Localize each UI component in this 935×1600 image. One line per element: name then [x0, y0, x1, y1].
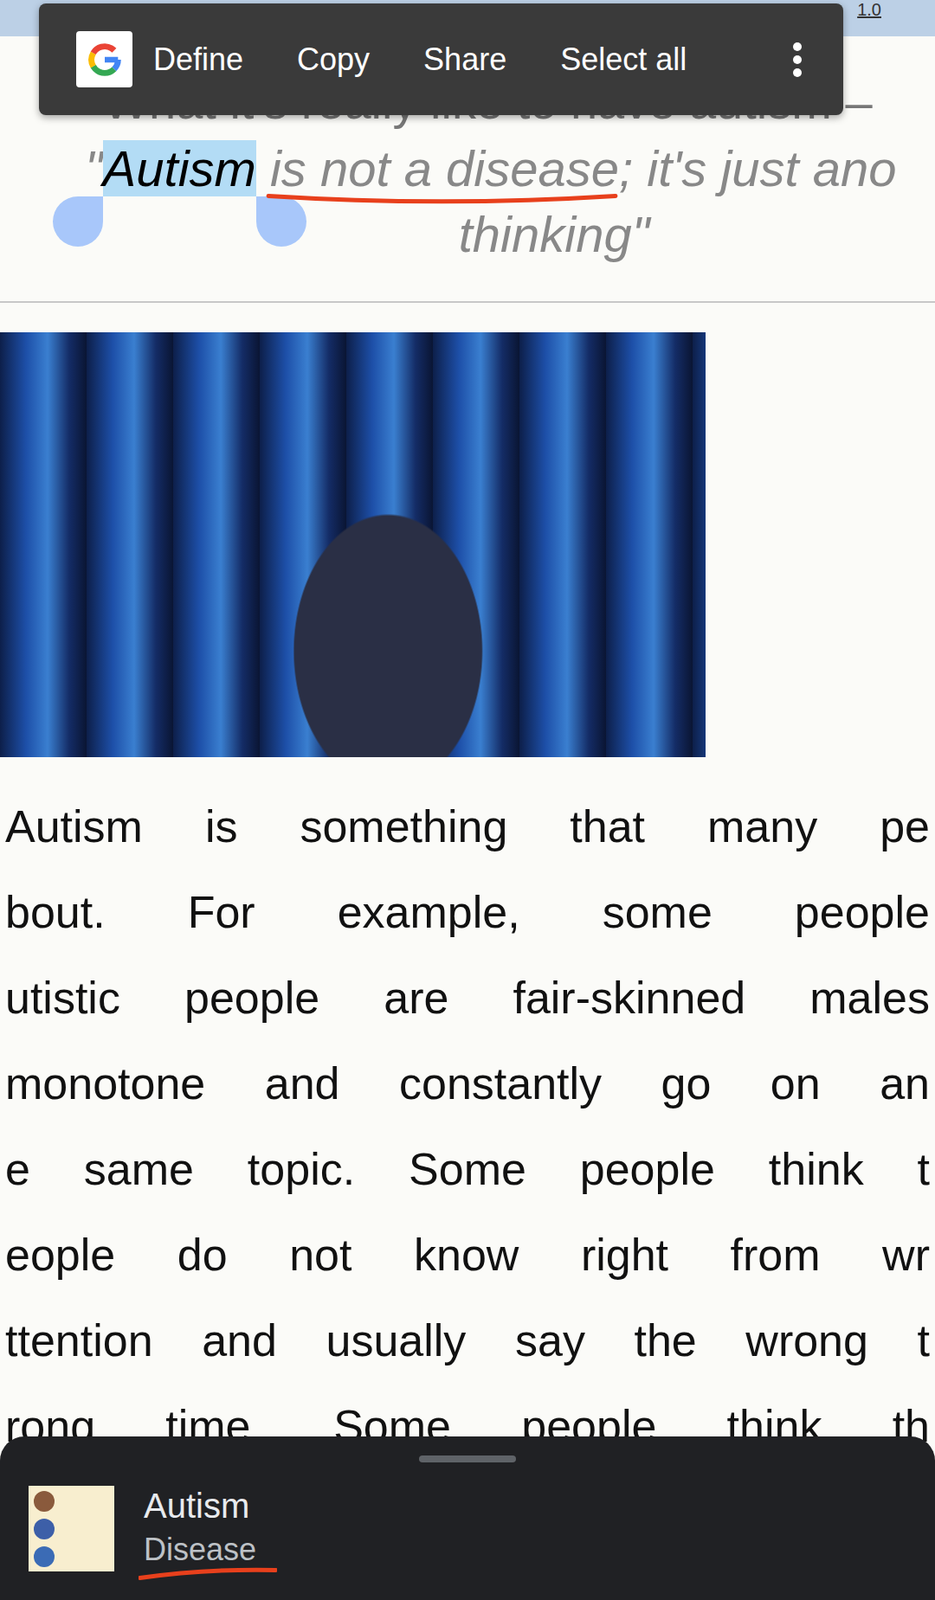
toolbar-action[interactable]: Define — [153, 41, 244, 78]
sheet-grabber[interactable] — [419, 1456, 516, 1464]
quote-text[interactable] — [256, 140, 271, 197]
selection-start-handle[interactable] — [52, 196, 104, 247]
body-line: e same topic. Some people think t — [0, 1127, 935, 1213]
toolbar-actions: Define Copy Share Select all — [153, 41, 687, 78]
result-texts: Autism Disease — [143, 1486, 257, 1570]
browser-page: 1.0 – What it's really like to have auti… — [0, 0, 935, 1600]
toolbar-action[interactable]: Copy — [296, 41, 370, 78]
body-line: Autism is something that many pe — [0, 784, 935, 871]
toolbar-action[interactable]: Select all — [560, 41, 687, 78]
body-line: ttention and usually say the wrong t — [0, 1298, 935, 1385]
speaker-photo — [0, 332, 706, 758]
result-title: Autism — [143, 1486, 257, 1527]
body-line: monotone and constantly go on an — [0, 1041, 935, 1128]
text-selection-toolbar: Define Copy Share Select all — [38, 3, 844, 116]
result-subtitle: Disease — [143, 1531, 257, 1570]
toolbar-action[interactable]: Share — [423, 41, 507, 78]
body-line: utistic people are fair-skinned males — [0, 955, 935, 1042]
search-bottom-sheet[interactable]: Autism Disease — [0, 1437, 935, 1600]
body-line: eople do not know right from wr — [0, 1212, 935, 1299]
result-thumbnail — [28, 1486, 115, 1573]
quote-line: "Autism is not a disease; it's just ano — [0, 135, 935, 202]
top-link[interactable]: 1.0 — [857, 0, 882, 20]
quote-text[interactable]: ; it's just ano — [619, 140, 897, 197]
quote-text[interactable]: thinking" — [458, 206, 651, 263]
google-logo-icon[interactable] — [76, 31, 133, 88]
quote-text[interactable]: " — [84, 140, 104, 197]
selected-text[interactable]: Autism — [103, 140, 257, 197]
quote-text[interactable]: is not a disease — [270, 140, 620, 197]
more-options-icon[interactable] — [791, 39, 804, 80]
red-underline-icon — [264, 191, 620, 207]
body-line: bout. For example, some people — [0, 870, 935, 956]
quote-line: thinking" — [0, 201, 935, 268]
search-result[interactable]: Autism Disease — [0, 1463, 935, 1573]
divider — [0, 301, 935, 304]
quote: "Autism is not a disease; it's just anot… — [0, 135, 935, 268]
red-underline-icon — [138, 1566, 278, 1582]
article-body: Autism is something that many pebout. Fo… — [0, 784, 935, 1471]
selection-end-handle[interactable] — [256, 196, 307, 247]
